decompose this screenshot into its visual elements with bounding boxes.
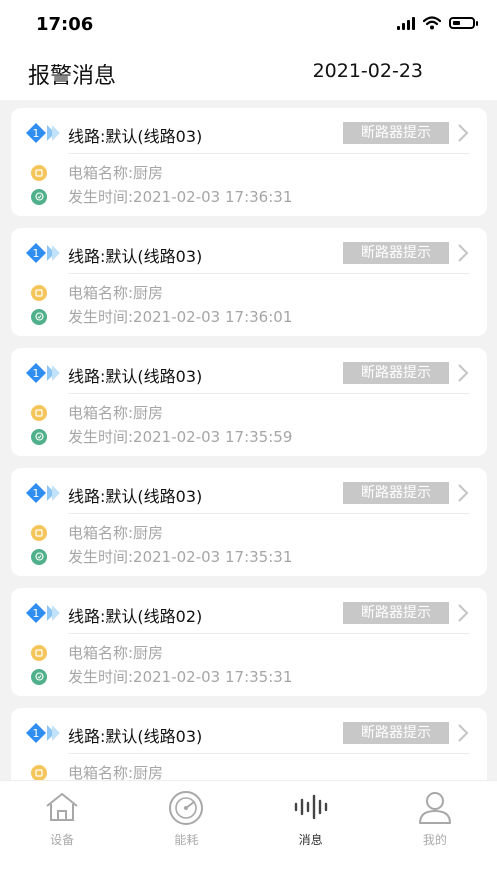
page-title: 报警消息 [28,64,117,89]
waveform-icon [294,794,327,820]
occurred-time: 发生时间:2021-02-03 17:36:31 [68,188,293,206]
box-name: 电箱名称:厨房 [68,404,164,422]
box-name-row: 电箱名称:厨房 [31,282,163,303]
home-icon [46,793,78,821]
clock-icon [31,308,47,325]
box-name-row: 电箱名称:厨房 [31,642,163,663]
divider [68,633,469,634]
alert-type-tag: 断路器提示 [343,362,449,384]
line-badge-number: 1 [33,607,40,620]
line-badge-icon: 1 [26,603,60,623]
alert-type-tag: 断路器提示 [343,242,449,264]
tab-label: 能耗 [174,833,199,847]
date-selector[interactable]: 2021-02-23 [313,60,423,82]
line-badge-icon: 1 [26,123,60,143]
line-title: 线路:默认(线路03) [68,247,203,266]
occurred-time: 发生时间:2021-02-03 17:36:01 [68,308,293,326]
time-row: 发生时间:2021-02-03 17:36:01 [31,306,292,327]
line-badge-number: 1 [33,487,40,500]
line-title: 线路:默认(线路03) [68,727,203,746]
line-badge-icon: 1 [26,363,60,383]
status-icons [397,16,478,30]
chevron-right-icon [458,364,469,382]
line-badge-number: 1 [33,727,40,740]
alert-type-tag: 断路器提示 [343,722,449,744]
time-row: 发生时间:2021-02-03 17:35:59 [31,426,292,447]
box-name-icon [31,404,47,421]
box-name: 电箱名称:厨房 [68,644,164,662]
time-row: 发生时间:2021-02-03 17:35:31 [31,666,292,687]
clock-icon [31,548,47,565]
status-time: 17:06 [36,14,94,35]
alert-type-tag: 断路器提示 [343,482,449,504]
line-badge-icon: 1 [26,243,60,263]
gauge-icon [169,791,204,825]
divider [68,273,469,274]
box-name-row: 电箱名称:厨房 [31,522,163,543]
status-bar: 17:06 [0,0,497,48]
alert-type-tag: 断路器提示 [343,122,449,144]
alert-card[interactable]: 1 线路:默认(线路03) 断路器提示 电箱名称:厨房 发生时间:2021-02… [11,468,487,576]
tab-bar: 设备 能耗 消息 我的 [0,780,497,883]
clock-icon [31,188,47,205]
box-name: 电箱名称:厨房 [68,524,164,542]
box-name-icon [31,164,47,181]
line-badge-number: 1 [33,127,40,140]
tab-devices[interactable]: 设备 [0,781,124,883]
divider [68,513,469,514]
occurred-time: 发生时间:2021-02-03 17:35:31 [68,548,293,566]
alert-card[interactable]: 1 线路:默认(线路03) 断路器提示 电箱名称:厨房 [11,708,487,780]
box-name-icon [31,284,47,301]
occurred-time: 发生时间:2021-02-03 17:35:59 [68,428,293,446]
alert-card[interactable]: 1 线路:默认(线路02) 断路器提示 电箱名称:厨房 发生时间:2021-02… [11,588,487,696]
chevron-right-icon [458,484,469,502]
clock-icon [31,428,47,445]
alert-list[interactable]: 1 线路:默认(线路03) 断路器提示 电箱名称:厨房 发生时间:2021-02… [11,108,487,780]
line-title: 线路:默认(线路03) [68,127,203,146]
user-icon [418,792,451,824]
chevron-right-icon [458,244,469,262]
divider [68,153,469,154]
box-name-icon [31,524,47,541]
tab-label: 设备 [50,833,75,847]
page-header: 报警消息 2021-02-23 [0,48,497,100]
line-title: 线路:默认(线路03) [68,487,203,506]
box-name-icon [31,764,47,780]
divider [68,393,469,394]
cellular-signal-icon [397,16,415,30]
line-badge-icon: 1 [26,723,60,743]
alert-type-tag: 断路器提示 [343,602,449,624]
tab-energy[interactable]: 能耗 [124,781,248,883]
chevron-right-icon [458,604,469,622]
battery-icon [449,17,478,29]
box-name-row: 电箱名称:厨房 [31,402,163,423]
clock-icon [31,668,47,685]
tab-messages[interactable]: 消息 [249,781,373,883]
line-badge-number: 1 [33,367,40,380]
box-name: 电箱名称:厨房 [68,164,164,182]
alert-card[interactable]: 1 线路:默认(线路03) 断路器提示 电箱名称:厨房 发生时间:2021-02… [11,108,487,216]
time-row: 发生时间:2021-02-03 17:36:31 [31,186,292,207]
line-title: 线路:默认(线路03) [68,367,203,386]
time-row: 发生时间:2021-02-03 17:35:31 [31,546,292,567]
wifi-icon [423,16,441,30]
box-name: 电箱名称:厨房 [68,764,164,780]
line-badge-number: 1 [33,247,40,260]
occurred-time: 发生时间:2021-02-03 17:35:31 [68,668,293,686]
alert-card[interactable]: 1 线路:默认(线路03) 断路器提示 电箱名称:厨房 发生时间:2021-02… [11,228,487,336]
tab-profile[interactable]: 我的 [373,781,497,883]
box-name-icon [31,644,47,661]
box-name-row: 电箱名称:厨房 [31,762,163,780]
chevron-right-icon [458,724,469,742]
alert-card[interactable]: 1 线路:默认(线路03) 断路器提示 电箱名称:厨房 发生时间:2021-02… [11,348,487,456]
box-name: 电箱名称:厨房 [68,284,164,302]
line-badge-icon: 1 [26,483,60,503]
box-name-row: 电箱名称:厨房 [31,162,163,183]
tab-label: 我的 [422,833,447,847]
line-title: 线路:默认(线路02) [68,607,203,626]
chevron-right-icon [458,124,469,142]
divider [68,753,469,754]
tab-label: 消息 [298,833,323,847]
